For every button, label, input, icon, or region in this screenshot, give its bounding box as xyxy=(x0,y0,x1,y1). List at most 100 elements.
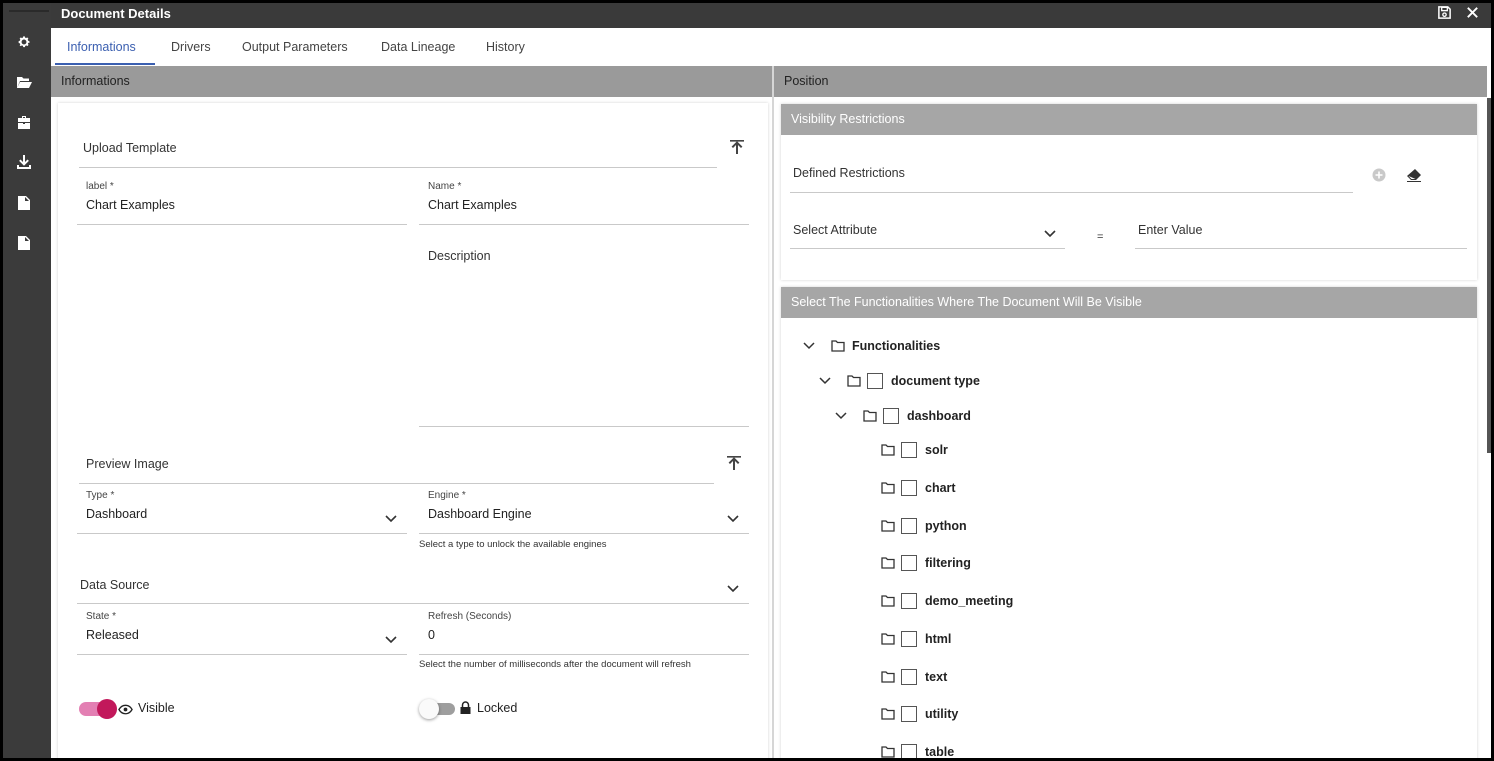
functionalities-header: Select The Functionalities Where The Doc… xyxy=(781,287,1477,318)
lock-icon xyxy=(460,701,471,719)
name-field-input[interactable]: Chart Examples xyxy=(428,198,517,212)
folder-icon xyxy=(847,375,861,387)
tree-label: solr xyxy=(925,443,948,457)
tab-data-lineage[interactable]: Data Lineage xyxy=(381,40,455,54)
gear-icon[interactable] xyxy=(16,34,32,50)
locked-toggle[interactable] xyxy=(419,699,455,719)
dialog-title: Document Details xyxy=(61,6,171,21)
defined-restrictions-label: Defined Restrictions xyxy=(793,166,905,180)
checkbox[interactable] xyxy=(901,706,917,722)
visible-label: Visible xyxy=(138,701,175,715)
select-attribute-underline xyxy=(790,248,1065,249)
state-field-label: State * xyxy=(86,611,117,622)
rail-divider xyxy=(9,10,49,12)
tree-label: filtering xyxy=(925,556,971,570)
preview-image-underline xyxy=(79,483,714,484)
toggle-knob xyxy=(97,699,117,719)
enter-value-input[interactable]: Enter Value xyxy=(1138,223,1202,237)
select-attribute-dropdown[interactable]: Select Attribute xyxy=(793,223,877,237)
equals-sign: = xyxy=(1097,231,1104,243)
label-field-input[interactable]: Chart Examples xyxy=(86,198,175,212)
defined-restrictions-underline xyxy=(790,192,1353,193)
engine-underline xyxy=(419,533,749,534)
tree-node-html[interactable]: html xyxy=(881,629,951,649)
chevron-down-icon[interactable] xyxy=(819,377,831,385)
preview-image-label: Preview Image xyxy=(86,457,169,471)
informations-header-title: Informations xyxy=(61,74,130,88)
chevron-down-icon[interactable] xyxy=(727,580,739,598)
folder-icon xyxy=(881,595,895,607)
tree-node-document-type[interactable]: document type xyxy=(819,371,980,391)
tree-label: demo_meeting xyxy=(925,594,1014,608)
save-icon[interactable] xyxy=(1437,5,1452,25)
tree-label: html xyxy=(925,632,952,646)
eye-icon xyxy=(118,702,133,720)
data-source-underline xyxy=(77,603,749,604)
document-icon[interactable] xyxy=(16,195,32,211)
checkbox[interactable] xyxy=(901,744,917,758)
upload-icon[interactable] xyxy=(730,140,744,160)
functionalities-title: Select The Functionalities Where The Doc… xyxy=(791,295,1142,309)
description-textarea[interactable]: Description xyxy=(428,249,491,263)
chevron-down-icon[interactable] xyxy=(727,510,739,528)
checkbox[interactable] xyxy=(901,442,917,458)
tree-node-chart[interactable]: chart xyxy=(881,478,956,498)
folder-icon xyxy=(881,671,895,683)
refresh-underline xyxy=(419,654,749,655)
checkbox[interactable] xyxy=(901,555,917,571)
engine-select[interactable]: Dashboard Engine xyxy=(428,507,532,521)
tree-label: Functionalities xyxy=(852,339,941,353)
tab-output-parameters[interactable]: Output Parameters xyxy=(242,40,348,54)
chevron-down-icon[interactable] xyxy=(385,510,397,528)
scrollbar[interactable] xyxy=(1487,98,1491,453)
folder-open-icon[interactable] xyxy=(16,74,32,90)
close-icon[interactable] xyxy=(1465,5,1480,25)
chevron-down-icon[interactable] xyxy=(1044,225,1056,243)
tree-label: document type xyxy=(891,374,980,388)
label-field-underline xyxy=(77,224,407,225)
checkbox[interactable] xyxy=(901,669,917,685)
position-header: Position xyxy=(774,66,1487,97)
chevron-down-icon[interactable] xyxy=(385,631,397,649)
refresh-input[interactable]: 0 xyxy=(428,628,435,642)
type-select[interactable]: Dashboard xyxy=(86,507,147,521)
tree-node-table[interactable]: table xyxy=(881,742,954,758)
tab-drivers[interactable]: Drivers xyxy=(171,40,211,54)
folder-icon xyxy=(881,746,895,758)
tree-node-python[interactable]: python xyxy=(881,516,967,536)
tree-node-utility[interactable]: utility xyxy=(881,704,958,724)
visible-toggle[interactable] xyxy=(79,699,117,719)
checkbox[interactable] xyxy=(901,518,917,534)
folder-icon xyxy=(881,633,895,645)
tab-informations[interactable]: Informations xyxy=(67,40,136,54)
tab-history[interactable]: History xyxy=(486,40,525,54)
tree-node-dashboard[interactable]: dashboard xyxy=(835,406,971,426)
tree-label: text xyxy=(925,670,948,684)
tree-node-demo-meeting[interactable]: demo_meeting xyxy=(881,591,1013,611)
tree-label: table xyxy=(925,745,955,758)
tree-label: python xyxy=(925,519,967,533)
chevron-down-icon[interactable] xyxy=(835,412,847,420)
checkbox[interactable] xyxy=(901,480,917,496)
title-bar: Document Details xyxy=(51,3,1491,28)
checkbox[interactable] xyxy=(867,373,883,389)
chevron-down-icon[interactable] xyxy=(803,342,815,350)
tab-bar: Informations Drivers Output Parameters D… xyxy=(51,28,1491,66)
data-source-select[interactable]: Data Source xyxy=(80,578,149,592)
add-circle-icon[interactable] xyxy=(1372,168,1386,187)
download-icon[interactable] xyxy=(16,154,32,170)
eraser-icon[interactable] xyxy=(1407,169,1421,187)
tree-node-functionalities[interactable]: Functionalities xyxy=(803,336,940,356)
tree-node-solr[interactable]: solr xyxy=(881,440,948,460)
checkbox[interactable] xyxy=(901,593,917,609)
tree-node-filtering[interactable]: filtering xyxy=(881,553,971,573)
document-icon[interactable] xyxy=(16,235,32,251)
tree-node-text[interactable]: text xyxy=(881,667,947,687)
state-select[interactable]: Released xyxy=(86,628,139,642)
upload-template-underline xyxy=(79,167,717,168)
state-underline xyxy=(77,654,407,655)
checkbox[interactable] xyxy=(883,408,899,424)
upload-icon[interactable] xyxy=(727,456,741,476)
checkbox[interactable] xyxy=(901,631,917,647)
briefcase-icon[interactable] xyxy=(16,114,32,130)
